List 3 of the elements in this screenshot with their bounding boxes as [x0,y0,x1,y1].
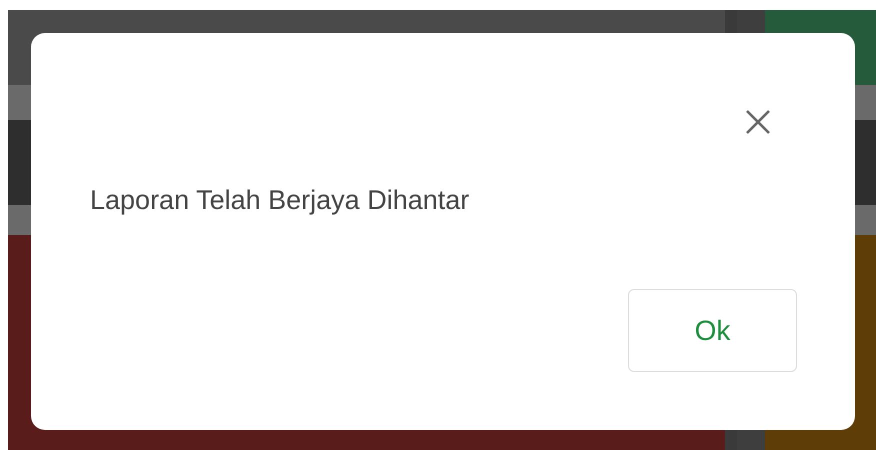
ok-button[interactable]: Ok [628,289,797,372]
close-icon[interactable] [745,109,771,135]
dialog-message: Laporan Telah Berjaya Dihantar [90,184,470,217]
